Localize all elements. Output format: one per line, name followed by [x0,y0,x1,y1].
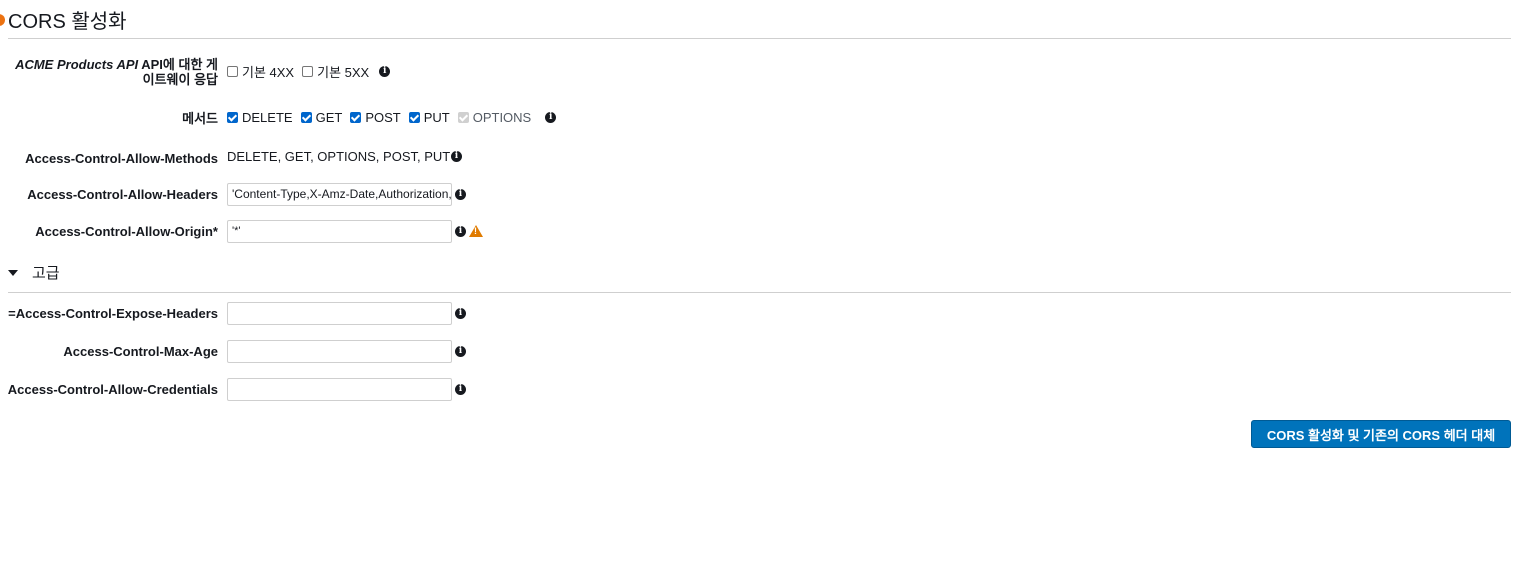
allow-credentials-label: Access-Control-Allow-Credentials [7,382,218,397]
checkbox-label: PUT [423,110,450,125]
allow-methods-label: Access-Control-Allow-Methods [25,151,218,166]
page-title: CORS 활성화 [8,11,127,33]
enable-cors-button[interactable]: CORS 활성화 및 기존의 CORS 헤더 대체 [1251,420,1511,448]
checkbox-box[interactable] [300,112,312,123]
method-post-checkbox[interactable]: POST [350,110,401,125]
methods-options: DELETE GET POST PUT OPTIONS i [227,110,557,125]
advanced-divider [8,292,1511,293]
default-5xx-checkbox[interactable]: 기본 5XX [302,62,369,81]
expose-headers-label: =Access-Control-Expose-Headers [8,306,218,321]
checkbox-box[interactable] [227,112,238,123]
checkbox-box[interactable] [227,66,238,77]
info-icon[interactable]: i [545,112,557,123]
checkbox-box[interactable] [408,112,420,123]
method-delete-checkbox[interactable]: DELETE [227,110,293,125]
allow-headers-input[interactable]: 'Content-Type,X-Amz-Date,Authorization,X… [227,183,452,206]
info-icon[interactable]: i [455,226,466,237]
method-options-checkbox: OPTIONS [457,110,532,125]
status-dot [0,14,5,26]
info-icon[interactable]: i [455,308,466,319]
info-icon[interactable]: i [455,384,466,395]
method-put-checkbox[interactable]: PUT [408,110,450,125]
title-divider [8,38,1511,39]
info-icon[interactable]: i [455,189,466,200]
methods-label: 메서드 [182,111,218,126]
allow-headers-label: Access-Control-Allow-Headers [27,187,218,202]
checkbox-label: DELETE [242,110,293,125]
checkbox-box [457,112,469,123]
gateway-responses-label-line1: API에 대한 게 [141,57,218,72]
default-4xx-checkbox[interactable]: 기본 4XX [227,62,294,81]
allow-origin-input[interactable]: '*' [227,220,452,243]
gateway-responses-label: ACME Products API API에 대한 게 이트웨이 응답 [15,57,218,87]
gateway-responses-options: 기본 4XX 기본 5XX i [227,62,391,81]
max-age-input[interactable] [227,340,452,363]
checkbox-label: 기본 4XX [242,65,295,80]
warning-icon [469,225,483,237]
checkbox-label: OPTIONS [472,110,532,125]
allow-origin-label: Access-Control-Allow-Origin* [35,224,218,239]
checkbox-label: 기본 5XX [317,65,370,80]
checkbox-box[interactable] [350,112,362,123]
expose-headers-input[interactable] [227,302,452,325]
caret-down-icon [8,269,18,276]
advanced-toggle[interactable]: 고급 [8,262,60,283]
allow-credentials-input[interactable] [227,378,452,401]
checkbox-box[interactable] [302,66,314,77]
checkbox-label: GET [315,110,343,125]
allow-methods-value: DELETE, GET, OPTIONS, POST, PUT [227,149,451,164]
info-icon[interactable]: i [451,151,462,162]
gateway-responses-label-line2: 이트웨이 응답 [142,72,218,87]
max-age-label: Access-Control-Max-Age [63,344,218,359]
api-name: ACME Products API [15,57,139,72]
advanced-label: 고급 [32,265,60,282]
checkbox-label: POST [365,110,401,125]
info-icon[interactable]: i [455,346,466,357]
info-icon[interactable]: i [379,66,391,77]
method-get-checkbox[interactable]: GET [300,110,343,125]
